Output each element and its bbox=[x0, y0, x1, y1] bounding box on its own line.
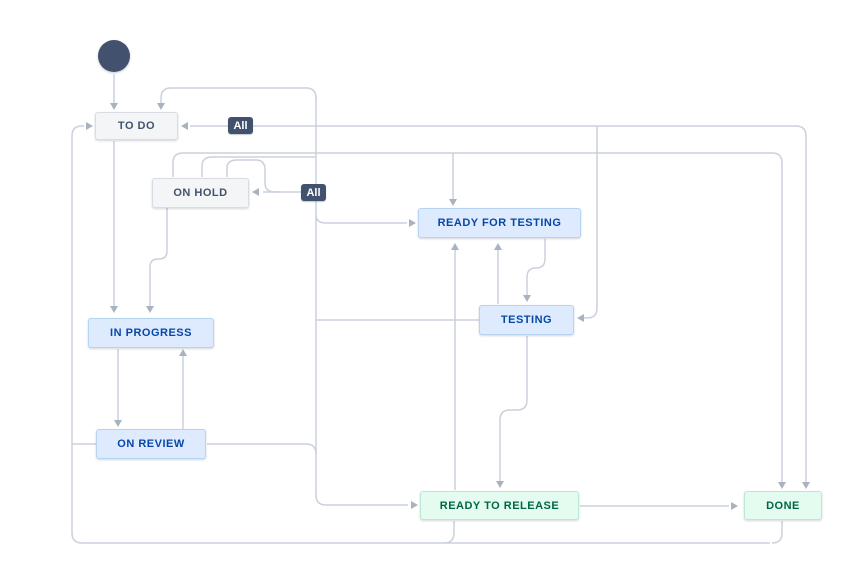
edge-loop-into-todo-top bbox=[161, 88, 316, 103]
node-testing[interactable]: TESTING bbox=[479, 305, 574, 335]
edge-done-bottom-to-loop bbox=[772, 521, 782, 543]
arrowhead-into-inprogress-bottom bbox=[179, 349, 187, 356]
arrowhead-into-onhold-right bbox=[252, 188, 259, 196]
arrowhead-into-todo-top-1 bbox=[110, 103, 118, 110]
node-ready-to-release[interactable]: READY TO RELEASE bbox=[420, 491, 579, 520]
edge-testing-to-rtr bbox=[500, 336, 527, 481]
arrowhead-into-todo-right bbox=[181, 122, 188, 130]
all-transition-badge-on-hold[interactable]: All bbox=[301, 184, 326, 201]
all-transition-badge-to-do[interactable]: All bbox=[228, 117, 253, 134]
edge-into-ready-for-testing-left bbox=[316, 215, 407, 223]
arrowhead-into-todo-left bbox=[86, 122, 93, 130]
node-to-do[interactable]: TO DO bbox=[95, 112, 178, 140]
edge-rtr-bottom-to-loop bbox=[444, 521, 454, 543]
arrowhead-into-rft-bottom-1 bbox=[494, 243, 502, 250]
arrowhead-into-done-top-1 bbox=[778, 482, 786, 489]
arrowhead-into-done-top-2 bbox=[802, 482, 810, 489]
arrowhead-into-todo-top-2 bbox=[157, 103, 165, 110]
edge-branch-into-testing-right bbox=[584, 126, 597, 318]
edge-rft-to-testing bbox=[527, 239, 545, 295]
edge-onhold-bus-to-done bbox=[173, 153, 782, 482]
arrowhead-into-testing-right bbox=[577, 314, 584, 322]
node-done[interactable]: DONE bbox=[744, 491, 822, 520]
arrowhead-into-inprogress-top-2 bbox=[146, 306, 154, 313]
node-on-review[interactable]: ON REVIEW bbox=[96, 429, 206, 459]
arrowhead-into-onreview-top bbox=[114, 420, 122, 427]
workflow-diagram-canvas: TO DO ON HOLD READY FOR TESTING TESTING … bbox=[0, 0, 861, 586]
edge-all-bus-right-to-done bbox=[253, 126, 806, 482]
start-node[interactable] bbox=[98, 40, 130, 72]
arrowhead-into-rft-left bbox=[409, 219, 416, 227]
arrowhead-into-testing-top bbox=[523, 295, 531, 302]
arrowhead-into-rft-bottom-2 bbox=[451, 243, 459, 250]
node-ready-for-testing[interactable]: READY FOR TESTING bbox=[418, 208, 581, 238]
edge-into-ready-to-release-left bbox=[316, 495, 408, 505]
arrowhead-into-rtr-top bbox=[496, 481, 504, 488]
edge-onhold-to-inprogress bbox=[150, 208, 167, 306]
edge-on-review-right-link bbox=[207, 444, 316, 454]
arrowhead-into-rtr-left bbox=[411, 501, 418, 509]
arrowhead-into-inprogress-top-1 bbox=[110, 306, 118, 313]
node-on-hold[interactable]: ON HOLD bbox=[152, 178, 249, 208]
node-in-progress[interactable]: IN PROGRESS bbox=[88, 318, 214, 348]
arrowhead-into-done-left bbox=[731, 502, 738, 510]
arrowhead-into-rft-top bbox=[449, 199, 457, 206]
